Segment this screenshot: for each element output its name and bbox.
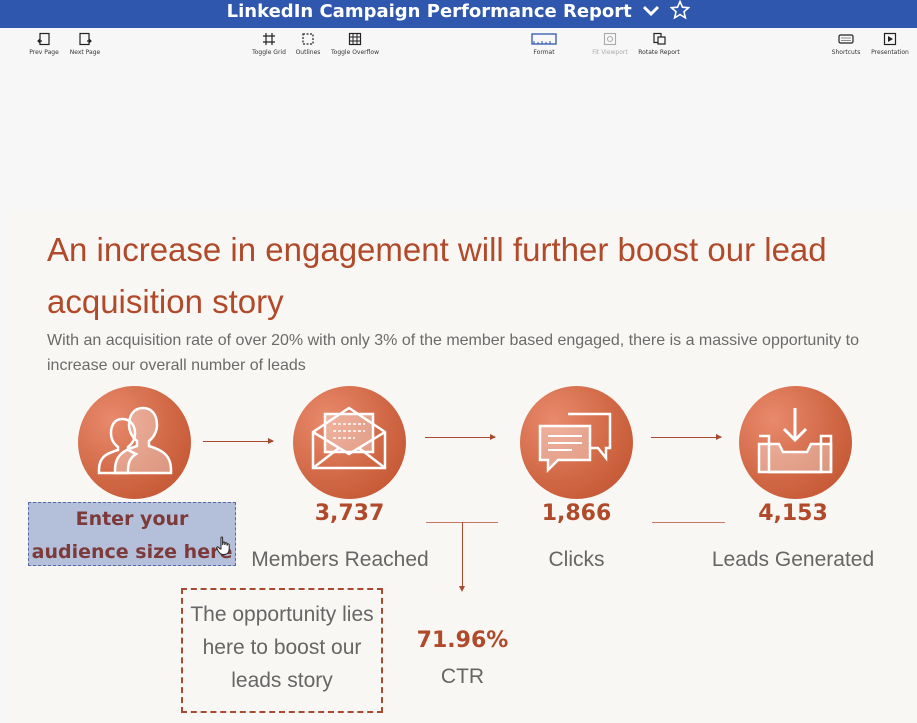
clicks-leads-connector — [652, 522, 725, 523]
arrow-audience-to-members — [203, 438, 274, 444]
outlines-button[interactable]: Outlines — [294, 32, 322, 56]
outlines-label: Outlines — [295, 49, 321, 56]
shortcuts-label: Shortcuts — [831, 49, 861, 56]
leads-circle — [739, 386, 852, 499]
prev-page-label: Prev Page — [29, 49, 59, 56]
toggle-grid-label: Toggle Grid — [252, 49, 286, 56]
fit-viewport-label: Fit Viewport — [592, 49, 628, 56]
inbox-download-icon — [757, 408, 833, 474]
clicks-circle — [520, 386, 633, 499]
rotate-report-button[interactable]: Rotate Report — [636, 32, 682, 56]
toggle-grid-button[interactable]: Toggle Grid — [250, 32, 288, 56]
presentation-button[interactable]: Presentation — [868, 32, 912, 56]
clicks-value: 1,866 — [541, 501, 612, 526]
fit-viewport-button[interactable]: Fit Viewport — [589, 32, 631, 56]
shortcuts-button[interactable]: Shortcuts — [829, 32, 863, 56]
arrow-members-to-clicks — [425, 434, 496, 440]
members-reached-value: 3,737 — [314, 501, 385, 526]
format-button[interactable]: Format — [530, 32, 558, 56]
users-icon — [97, 406, 173, 475]
format-label: Format — [533, 49, 555, 56]
next-page-label: Next Page — [69, 49, 101, 56]
toolbar: Prev Page Next Page Toggle Grid Outlines… — [0, 28, 917, 64]
star-icon[interactable] — [669, 0, 691, 27]
hand-pointer-icon — [216, 536, 232, 561]
opportunity-callout: The opportunity lies here to boost our l… — [181, 588, 383, 713]
audience-circle — [78, 386, 191, 499]
slide-subtitle: With an acquisition rate of over 20% wit… — [47, 332, 859, 374]
slide-headline: An increase in engagement will further b… — [47, 231, 827, 320]
rotate-icon — [653, 32, 666, 45]
grid-icon — [263, 33, 275, 45]
arrow-clicks-to-leads — [651, 434, 722, 440]
chevron-down-icon[interactable] — [642, 0, 660, 27]
window-titlebar: LinkedIn Campaign Performance Report — [0, 0, 917, 28]
prev-page-button[interactable]: Prev Page — [27, 32, 61, 56]
chat-bubbles-icon — [538, 412, 612, 474]
leads-value: 4,153 — [758, 501, 828, 526]
next-page-button[interactable]: Next Page — [67, 32, 103, 56]
rotate-report-label: Rotate Report — [638, 49, 680, 56]
fit-viewport-icon — [603, 32, 617, 46]
outlines-icon — [302, 33, 314, 45]
members-reached-label: Members Reached — [251, 548, 429, 571]
toggle-overflow-label: Toggle Overflow — [331, 49, 379, 56]
next-page-icon — [79, 32, 92, 46]
members-circle — [293, 386, 406, 499]
presentation-label: Presentation — [871, 49, 909, 56]
ctr-value: 71.96% — [416, 628, 509, 653]
overflow-icon — [348, 32, 362, 46]
format-icon — [531, 33, 557, 45]
envelope-icon — [311, 406, 387, 470]
audience-size-input[interactable]: Enter your audience size here — [28, 502, 236, 566]
toggle-overflow-button[interactable]: Toggle Overflow — [329, 32, 381, 56]
leads-label: Leads Generated — [711, 548, 875, 571]
prev-page-icon — [37, 32, 50, 46]
clicks-label: Clicks — [548, 548, 605, 571]
keyboard-icon — [838, 34, 854, 44]
ctr-label: CTR — [440, 665, 485, 688]
ctr-down-arrow — [459, 522, 465, 592]
presentation-icon — [883, 32, 897, 46]
report-title: LinkedIn Campaign Performance Report — [226, 1, 632, 22]
